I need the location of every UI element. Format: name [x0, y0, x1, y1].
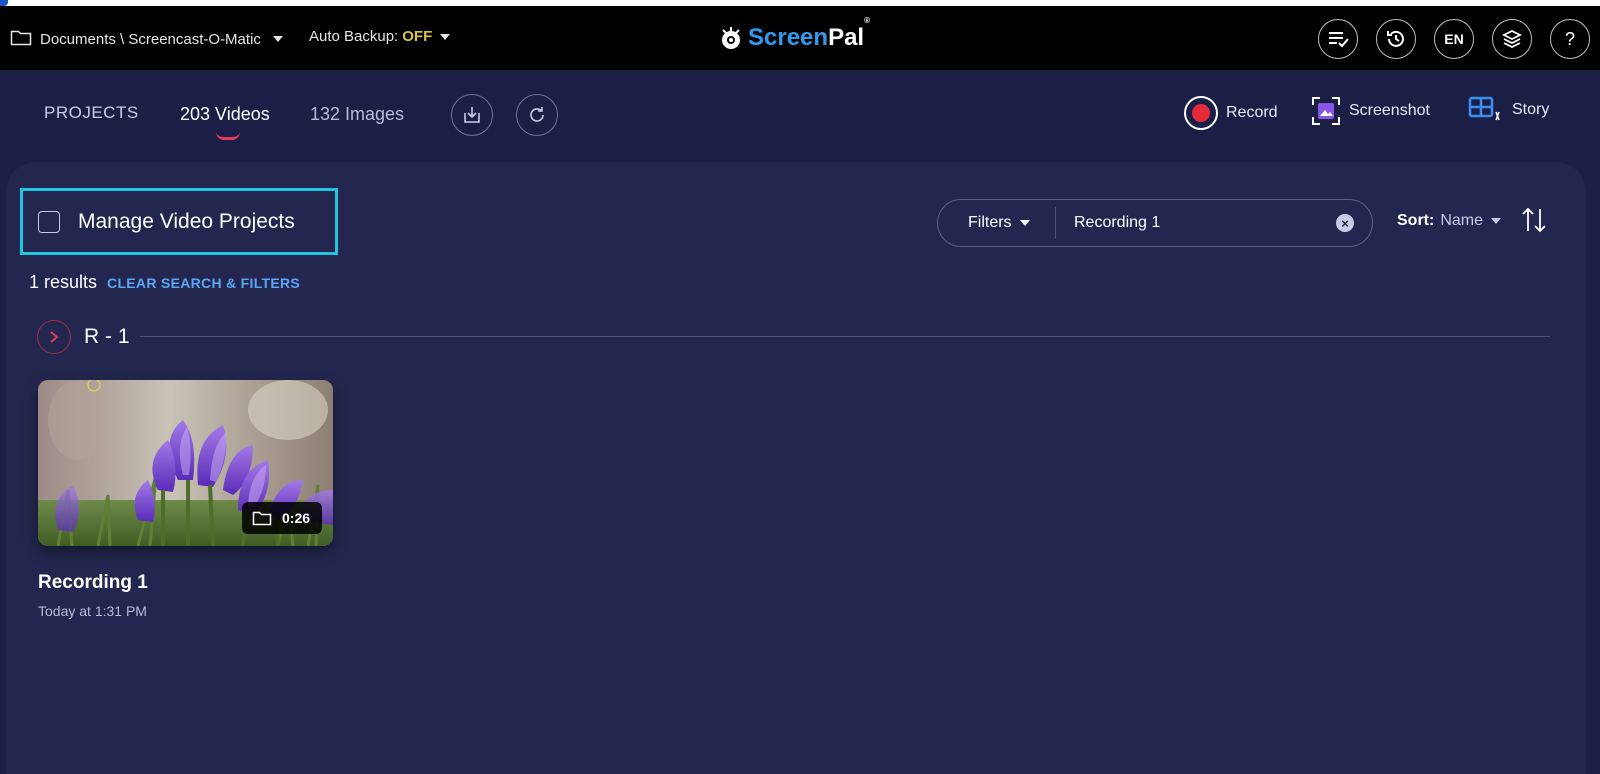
language-label: EN: [1444, 31, 1464, 47]
refresh-button[interactable]: [516, 94, 558, 136]
logo-registered-mark: ®: [864, 16, 870, 25]
sort-value: Name: [1440, 212, 1484, 229]
task-list-button[interactable]: [1318, 19, 1358, 59]
checklist-icon: [1329, 32, 1349, 48]
clear-search-icon[interactable]: ×: [1336, 214, 1354, 232]
manage-label: Manage Video Projects: [78, 209, 295, 233]
chevron-right-icon[interactable]: [37, 320, 71, 354]
group-label: R - 1: [84, 325, 130, 348]
search-input[interactable]: Recording 1: [1074, 214, 1336, 232]
manage-checkbox[interactable]: [38, 210, 60, 233]
duration-label: 0:26: [282, 510, 311, 526]
refresh-icon: [530, 107, 544, 122]
layers-button[interactable]: [1492, 19, 1532, 59]
search-filter-box: Filters Recording 1 ×: [937, 199, 1373, 247]
folder-icon: [10, 28, 32, 50]
record-button[interactable]: Record: [1184, 96, 1278, 130]
top-bar: Documents \ Screencast-O-Matic Auto Back…: [0, 6, 1600, 70]
video-date: Today at 1:31 PM: [38, 603, 147, 619]
tab-images[interactable]: 132 Images: [310, 104, 404, 125]
layers-icon: [1501, 29, 1523, 49]
folder-path-label: Documents \ Screencast-O-Matic: [40, 30, 261, 48]
auto-backup-selector[interactable]: Auto Backup: OFF: [309, 28, 451, 45]
screenshot-button[interactable]: Screenshot: [1311, 96, 1430, 126]
group-divider: [140, 336, 1550, 337]
download-icon: [464, 107, 480, 123]
import-button[interactable]: [451, 94, 493, 136]
history-button[interactable]: [1376, 19, 1416, 59]
filters-dropdown[interactable]: Filters: [938, 207, 1056, 239]
logo-text-pal: Pal: [828, 24, 865, 51]
folder-path-selector[interactable]: Documents \ Screencast-O-Matic: [10, 28, 283, 50]
help-icon: ?: [1564, 28, 1575, 49]
story-label: Story: [1512, 101, 1550, 118]
help-button[interactable]: ?: [1550, 19, 1590, 59]
chevron-down-icon: [1019, 220, 1030, 226]
active-tab-indicator: [216, 132, 240, 140]
sort-label: Sort:: [1397, 212, 1435, 229]
results-row: 1 results CLEAR SEARCH & FILTERS: [29, 272, 300, 293]
clear-search-filters-link[interactable]: CLEAR SEARCH & FILTERS: [107, 275, 300, 291]
video-title[interactable]: Recording 1: [38, 572, 148, 594]
auto-backup-value: OFF: [402, 28, 433, 45]
sort-selector[interactable]: Sort: Name: [1397, 212, 1502, 230]
results-count: 1 results: [29, 272, 98, 292]
sort-direction-button[interactable]: [1520, 205, 1548, 240]
sort-arrows-icon: [1522, 207, 1546, 233]
screenshot-icon: [1312, 97, 1340, 125]
screenpal-logo: ScreenPal®: [718, 16, 870, 52]
language-button[interactable]: EN: [1434, 19, 1474, 59]
folder-icon: [252, 511, 272, 526]
record-label: Record: [1226, 104, 1278, 121]
story-button[interactable]: Story: [1468, 96, 1549, 124]
chevron-down-icon: [440, 33, 451, 40]
filters-label: Filters: [968, 214, 1012, 231]
tab-videos[interactable]: 203 Videos: [180, 104, 270, 125]
group-header[interactable]: R - 1: [37, 320, 130, 354]
chevron-down-icon: [1491, 218, 1502, 224]
manage-video-projects[interactable]: Manage Video Projects: [20, 188, 338, 255]
record-icon: [1184, 96, 1218, 130]
logo-icon: [722, 27, 740, 49]
projects-label: PROJECTS: [44, 103, 139, 122]
screenshot-label: Screenshot: [1349, 102, 1430, 119]
chevron-down-icon: [272, 36, 283, 42]
history-icon: [1387, 30, 1404, 47]
logo-text-screen: Screen: [748, 24, 829, 51]
projects-bar: PROJECTS 203 Videos 132 Images Record Sc…: [0, 70, 1600, 162]
story-icon: [1468, 96, 1500, 121]
duration-badge: 0:26: [242, 502, 322, 534]
auto-backup-label: Auto Backup:: [309, 28, 399, 45]
